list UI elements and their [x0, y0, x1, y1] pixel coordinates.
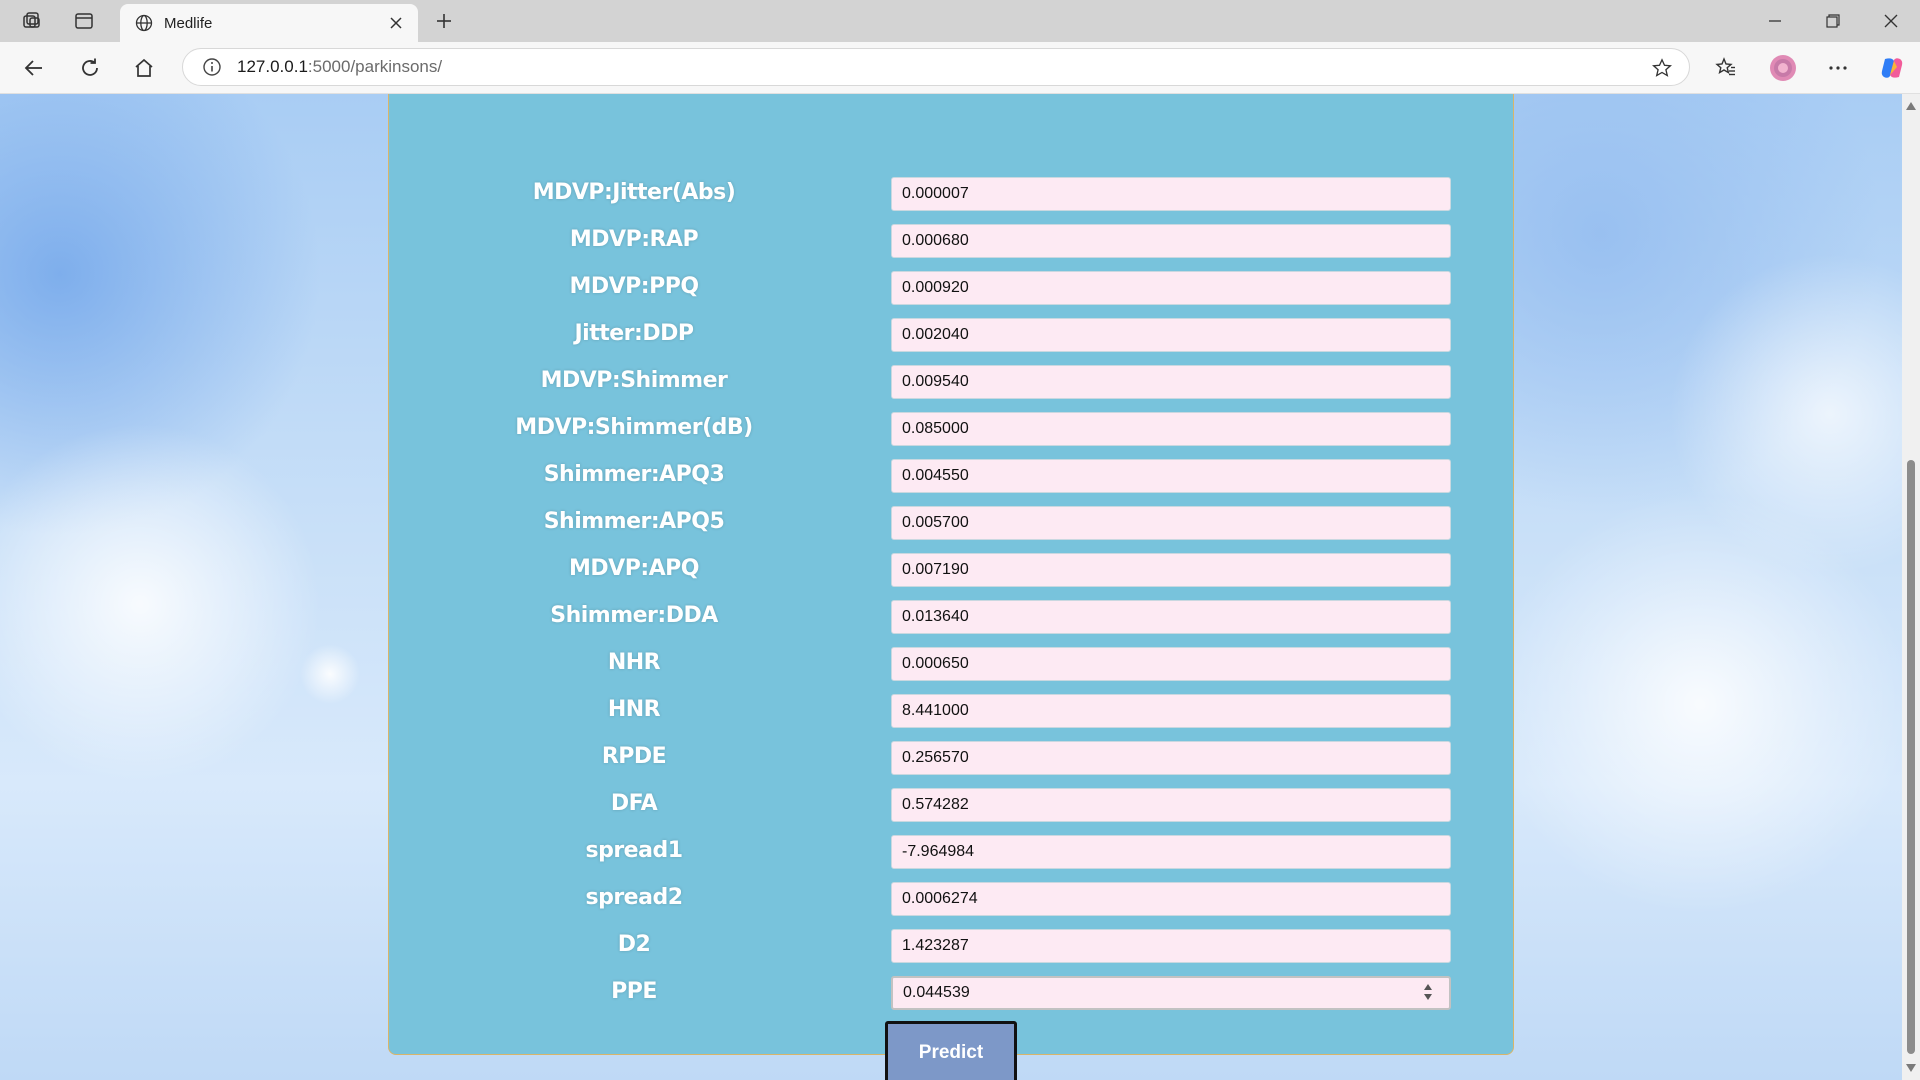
field-label: MDVP:Jitter(Abs)	[532, 180, 736, 205]
form-row: HNR	[389, 692, 1515, 728]
field-label: MDVP:Shimmer(dB)	[515, 415, 753, 440]
field-label: MDVP:RAP	[569, 227, 699, 252]
shimmer-apq5-input[interactable]	[891, 506, 1451, 540]
spinner-up-icon[interactable]	[1424, 984, 1432, 990]
globe-icon	[134, 13, 154, 33]
scrollbar-thumb[interactable]	[1907, 460, 1915, 1054]
field-label: Jitter:DDP	[574, 321, 694, 346]
refresh-icon[interactable]	[74, 53, 106, 83]
restore-icon[interactable]	[1810, 6, 1856, 36]
field-label: Shimmer:DDA	[550, 603, 718, 628]
url-host: 127.0.0.1	[237, 57, 308, 76]
scroll-up-icon[interactable]	[1906, 102, 1916, 110]
scroll-down-icon[interactable]	[1906, 1064, 1916, 1072]
mdvp-shimmer-input[interactable]	[891, 365, 1451, 399]
close-tab-icon[interactable]	[386, 13, 406, 33]
form-row: D2	[389, 927, 1515, 963]
form-row: Jitter:DDP	[389, 316, 1515, 352]
tab-title: Medlife	[164, 14, 213, 32]
field-label: DFA	[610, 791, 658, 816]
mdvp-apq-input[interactable]	[891, 553, 1451, 587]
page-scrollbar[interactable]	[1902, 94, 1920, 1080]
tab-medlife[interactable]: Medlife	[120, 4, 418, 42]
home-icon[interactable]	[128, 53, 160, 83]
field-label: PPE	[611, 979, 657, 1004]
form-row: Shimmer:APQ3	[389, 457, 1515, 493]
form-row: MDVP:Shimmer	[389, 363, 1515, 399]
ppe-input[interactable]	[891, 976, 1451, 1010]
profile-avatar[interactable]	[1767, 53, 1799, 83]
form-row: MDVP:APQ	[389, 551, 1515, 587]
field-label: D2	[617, 932, 651, 957]
close-window-icon[interactable]	[1868, 6, 1914, 36]
tab-actions-icon[interactable]	[70, 8, 98, 34]
field-label: spread2	[585, 885, 683, 910]
form-row: MDVP:PPQ	[389, 269, 1515, 305]
url-text: 127.0.0.1:5000/parkinsons/	[237, 57, 442, 77]
favorite-star-icon[interactable]	[1651, 57, 1673, 79]
field-label: MDVP:PPQ	[569, 274, 699, 299]
form-row: Shimmer:APQ5	[389, 504, 1515, 540]
hnr-input[interactable]	[891, 694, 1451, 728]
copilot-icon[interactable]	[1876, 53, 1908, 83]
parkinsons-form-panel: MDVP:Jitter(Abs) MDVP:RAP MDVP:PPQ Jitte…	[388, 94, 1515, 1080]
form-row: MDVP:RAP	[389, 222, 1515, 258]
favorites-icon[interactable]	[1710, 53, 1742, 83]
workspaces-icon[interactable]	[18, 8, 46, 34]
mdvp-rap-input[interactable]	[891, 224, 1451, 258]
form-row: Shimmer:DDA	[389, 598, 1515, 634]
mdvp-ppq-input[interactable]	[891, 271, 1451, 305]
new-tab-icon[interactable]	[430, 8, 458, 34]
site-info-icon[interactable]	[201, 56, 223, 78]
field-label: Shimmer:APQ5	[543, 509, 725, 534]
back-icon[interactable]	[18, 53, 50, 83]
form-row: NHR	[389, 645, 1515, 681]
nhr-input[interactable]	[891, 647, 1451, 681]
mdvp-shimmer-db-input[interactable]	[891, 412, 1451, 446]
browser-tab-bar: Medlife	[0, 0, 1920, 42]
address-bar[interactable]: 127.0.0.1:5000/parkinsons/	[182, 48, 1690, 86]
form-row: MDVP:Shimmer(dB)	[389, 410, 1515, 446]
minimize-icon[interactable]	[1752, 6, 1798, 36]
field-label: spread1	[585, 838, 683, 863]
dfa-input[interactable]	[891, 788, 1451, 822]
number-spinner-icon[interactable]	[1421, 984, 1435, 1004]
spinner-down-icon[interactable]	[1424, 994, 1432, 1000]
spread2-input[interactable]	[891, 882, 1451, 916]
form-row: MDVP:Jitter(Abs)	[389, 175, 1515, 211]
shimmer-apq3-input[interactable]	[891, 459, 1451, 493]
more-menu-icon[interactable]	[1822, 53, 1854, 83]
form-row: DFA	[389, 786, 1515, 822]
rpde-input[interactable]	[891, 741, 1451, 775]
form-row: RPDE	[389, 739, 1515, 775]
form-row: spread1	[389, 833, 1515, 869]
field-label: HNR	[607, 697, 661, 722]
field-label: RPDE	[601, 744, 667, 769]
predict-button[interactable]: Predict	[885, 1021, 1017, 1080]
url-path: :5000/parkinsons/	[307, 57, 443, 76]
jitter-ddp-input[interactable]	[891, 318, 1451, 352]
field-label: NHR	[607, 650, 661, 675]
shimmer-dda-input[interactable]	[891, 600, 1451, 634]
jitter-abs-input[interactable]	[891, 177, 1451, 211]
page-viewport: MDVP:Jitter(Abs) MDVP:RAP MDVP:PPQ Jitte…	[0, 94, 1920, 1080]
form-row: spread2	[389, 880, 1515, 916]
form-row: PPE	[389, 974, 1515, 1010]
browser-toolbar: 127.0.0.1:5000/parkinsons/	[0, 42, 1920, 94]
spread1-input[interactable]	[891, 835, 1451, 869]
d2-input[interactable]	[891, 929, 1451, 963]
field-label: Shimmer:APQ3	[543, 462, 725, 487]
field-label: MDVP:Shimmer	[540, 368, 728, 393]
field-label: MDVP:APQ	[569, 556, 699, 581]
